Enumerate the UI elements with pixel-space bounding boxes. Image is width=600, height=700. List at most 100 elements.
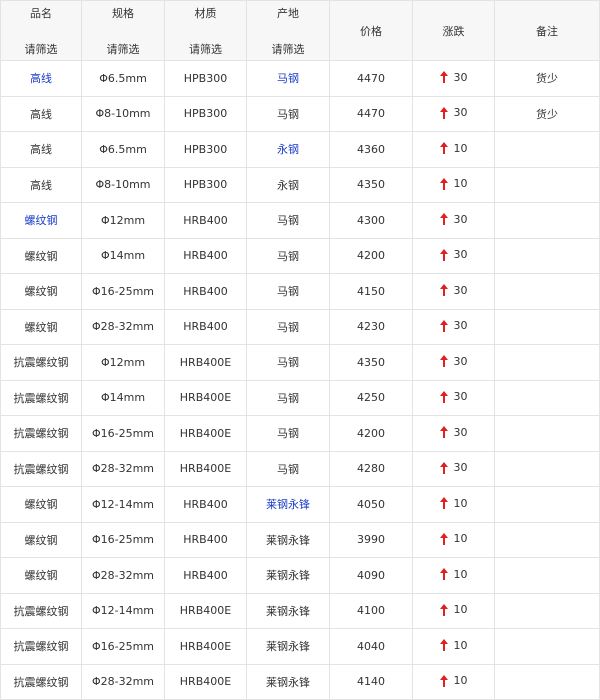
material-value: HRB400E — [179, 462, 232, 476]
spec-value: Φ28-32mm — [91, 568, 155, 582]
arrow-up-icon — [439, 177, 448, 190]
arrow-up-icon — [439, 248, 448, 261]
origin-cell: 马钢 — [246, 308, 330, 345]
header-origin-label: 产地 — [277, 6, 299, 20]
note-cell — [494, 166, 600, 203]
material-cell: HPB300 — [164, 131, 247, 168]
spec-value: Φ28-32mm — [91, 320, 155, 334]
material-value: HRB400E — [179, 675, 232, 689]
name-value: 螺纹钢 — [24, 249, 58, 263]
change-wrap: 10 — [439, 603, 468, 616]
spec-cell: Φ6.5mm — [81, 60, 165, 97]
table-body: 高线 Φ6.5mm HPB300 马钢 4470 30 货少 高线 Φ8-10mm HPB300 马… — [0, 60, 600, 700]
name-cell: 抗震螺纹钢 — [0, 379, 82, 416]
spec-cell: Φ12mm — [81, 344, 165, 381]
price-value: 4100 — [357, 604, 385, 618]
origin-cell: 莱钢永锋 — [246, 592, 330, 629]
change-cell: 30 — [412, 273, 495, 310]
price-cell: 4470 — [329, 60, 413, 97]
name-value[interactable]: 高线 — [30, 72, 52, 85]
price-value: 4250 — [357, 391, 385, 405]
origin-value: 马钢 — [277, 285, 299, 299]
origin-value[interactable]: 马钢 — [277, 72, 299, 85]
arrow-up-icon — [439, 532, 448, 545]
price-value: 4470 — [357, 71, 385, 85]
spec-cell: Φ28-32mm — [81, 308, 165, 345]
material-value: HRB400E — [179, 639, 232, 653]
spec-cell: Φ28-32mm — [81, 450, 165, 487]
origin-value: 马钢 — [277, 107, 299, 121]
name-value: 高线 — [30, 107, 52, 121]
name-cell: 螺纹钢 — [0, 237, 82, 274]
name-cell: 抗震螺纹钢 — [0, 344, 82, 381]
change-wrap: 10 — [439, 567, 468, 581]
origin-value[interactable]: 永钢 — [277, 143, 299, 156]
table-header: 品名 请筛选 规格 请筛选 材质 请筛选 产地 请筛选 价格 涨跌 备注 — [0, 0, 600, 61]
spec-value: Φ12-14mm — [91, 497, 155, 511]
change-value: 10 — [453, 532, 468, 545]
name-filter-button[interactable]: 请筛选 — [25, 41, 58, 57]
table-row: 螺纹钢 Φ14mm HRB400 马钢 4200 30 — [0, 237, 600, 274]
note-cell — [494, 344, 600, 381]
name-cell: 抗震螺纹钢 — [0, 592, 82, 629]
price-cell: 4040 — [329, 628, 413, 665]
note-cell: 货少 — [494, 95, 600, 132]
change-value: 10 — [453, 567, 468, 581]
price-cell: 4360 — [329, 131, 413, 168]
origin-value: 马钢 — [277, 391, 299, 405]
spec-value: Φ28-32mm — [91, 675, 155, 689]
spec-cell: Φ8-10mm — [81, 166, 165, 203]
arrow-up-icon — [439, 142, 448, 154]
spec-cell: Φ12-14mm — [81, 592, 165, 629]
header-name-label: 品名 — [30, 6, 52, 20]
origin-cell: 莱钢永锋 — [246, 486, 330, 523]
price-cell: 4090 — [329, 557, 413, 594]
origin-value[interactable]: 莱钢永锋 — [266, 498, 310, 511]
change-value: 10 — [453, 603, 468, 616]
header-change-label: 涨跌 — [442, 24, 465, 38]
origin-cell: 马钢 — [246, 450, 330, 487]
spec-filter-button[interactable]: 请筛选 — [107, 41, 140, 57]
material-value: HRB400E — [179, 355, 232, 369]
material-filter-button[interactable]: 请筛选 — [189, 41, 222, 57]
material-value: HPB300 — [183, 142, 228, 156]
price-cell: 4250 — [329, 379, 413, 416]
note-cell — [494, 202, 600, 239]
note-cell — [494, 308, 600, 345]
table-row: 抗震螺纹钢 Φ14mm HRB400E 马钢 4250 30 — [0, 379, 600, 416]
spec-value: Φ16-25mm — [91, 284, 155, 298]
origin-value: 永钢 — [277, 178, 299, 192]
table-row: 抗震螺纹钢 Φ16-25mm HRB400E 马钢 4200 30 — [0, 415, 600, 452]
change-value: 10 — [453, 496, 468, 510]
arrow-up-icon — [439, 213, 448, 225]
price-value: 4200 — [357, 426, 385, 440]
spec-value: Φ16-25mm — [91, 426, 155, 440]
spec-value: Φ14mm — [100, 249, 146, 263]
name-value: 螺纹钢 — [24, 285, 58, 299]
name-value[interactable]: 螺纹钢 — [25, 214, 58, 227]
change-cell: 30 — [412, 308, 495, 345]
header-note-label: 备注 — [536, 24, 558, 38]
change-value: 30 — [453, 390, 468, 403]
name-cell: 螺纹钢 — [0, 273, 82, 310]
change-wrap: 30 — [439, 355, 468, 368]
change-value: 30 — [453, 70, 468, 84]
arrow-up-icon — [439, 568, 448, 580]
origin-filter-button[interactable]: 请筛选 — [272, 41, 305, 57]
header-change: 涨跌 — [412, 0, 495, 61]
arrow-up-icon — [439, 284, 448, 296]
note-cell — [494, 273, 600, 310]
note-cell — [494, 557, 600, 594]
price-cell: 4200 — [329, 415, 413, 452]
spec-cell: Φ28-32mm — [81, 663, 165, 700]
change-value: 10 — [453, 638, 468, 652]
material-value: HRB400 — [183, 497, 228, 511]
name-value: 抗震螺纹钢 — [13, 427, 69, 441]
price-value: 4470 — [357, 107, 385, 121]
change-wrap: 10 — [439, 177, 468, 190]
material-cell: HPB300 — [164, 166, 247, 203]
table-row: 螺纹钢 Φ28-32mm HRB400 马钢 4230 30 — [0, 308, 600, 345]
price-value: 3990 — [357, 533, 385, 547]
material-cell: HRB400 — [164, 202, 247, 239]
price-value: 4140 — [357, 675, 385, 689]
